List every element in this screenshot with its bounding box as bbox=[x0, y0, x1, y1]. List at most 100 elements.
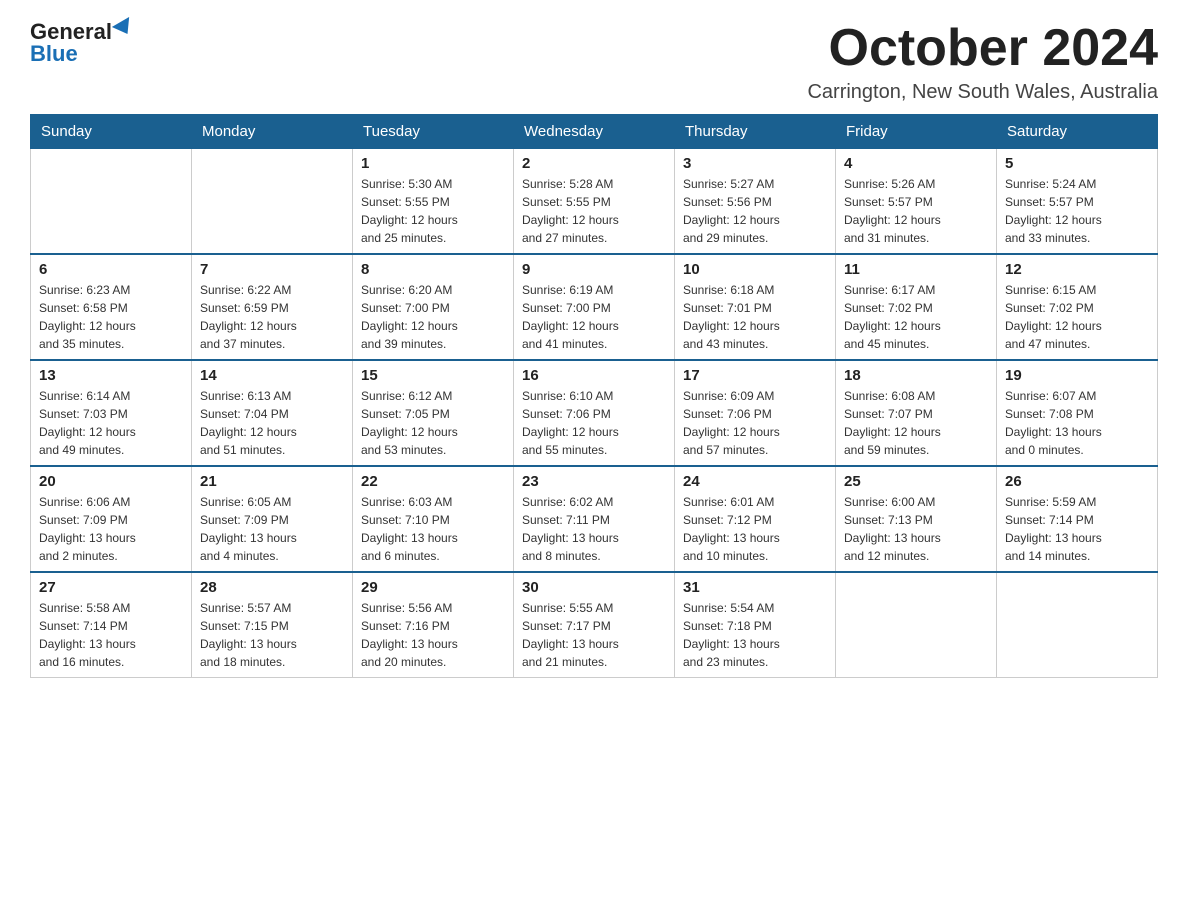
day-number: 11 bbox=[844, 261, 988, 278]
day-info: Sunrise: 5:27 AMSunset: 5:56 PMDaylight:… bbox=[683, 175, 827, 247]
calendar-cell bbox=[997, 572, 1158, 678]
day-info: Sunrise: 6:00 AMSunset: 7:13 PMDaylight:… bbox=[844, 493, 988, 565]
day-number: 21 bbox=[200, 473, 344, 490]
day-info: Sunrise: 6:19 AMSunset: 7:00 PMDaylight:… bbox=[522, 281, 666, 353]
day-info: Sunrise: 6:10 AMSunset: 7:06 PMDaylight:… bbox=[522, 387, 666, 459]
calendar-cell: 11 Sunrise: 6:17 AMSunset: 7:02 PMDayligh… bbox=[836, 254, 997, 360]
day-number: 14 bbox=[200, 367, 344, 384]
day-number: 12 bbox=[1005, 261, 1149, 278]
col-saturday: Saturday bbox=[997, 115, 1158, 149]
calendar-cell: 15 Sunrise: 6:12 AMSunset: 7:05 PMDayligh… bbox=[353, 360, 514, 466]
day-number: 23 bbox=[522, 473, 666, 490]
calendar-cell: 8Sunrise: 6:20 AMSunset: 7:00 PMDaylight… bbox=[353, 254, 514, 360]
day-info: Sunrise: 6:01 AMSunset: 7:12 PMDaylight:… bbox=[683, 493, 827, 565]
day-number: 3 bbox=[683, 155, 827, 172]
day-info: Sunrise: 6:12 AMSunset: 7:05 PMDaylight:… bbox=[361, 387, 505, 459]
day-info: Sunrise: 5:28 AMSunset: 5:55 PMDaylight:… bbox=[522, 175, 666, 247]
calendar-cell: 13 Sunrise: 6:14 AMSunset: 7:03 PMDayligh… bbox=[31, 360, 192, 466]
day-info: Sunrise: 6:03 AMSunset: 7:10 PMDaylight:… bbox=[361, 493, 505, 565]
calendar-week-row: 27Sunrise: 5:58 AMSunset: 7:14 PMDayligh… bbox=[31, 572, 1158, 678]
day-info: Sunrise: 6:08 AMSunset: 7:07 PMDaylight:… bbox=[844, 387, 988, 459]
logo-blue: Blue bbox=[30, 42, 78, 66]
calendar-week-row: 13 Sunrise: 6:14 AMSunset: 7:03 PMDayligh… bbox=[31, 360, 1158, 466]
day-number: 1 bbox=[361, 155, 505, 172]
calendar-cell: 28Sunrise: 5:57 AMSunset: 7:15 PMDayligh… bbox=[192, 572, 353, 678]
calendar-cell: 20Sunrise: 6:06 AMSunset: 7:09 PMDayligh… bbox=[31, 466, 192, 572]
day-info: Sunrise: 6:17 AMSunset: 7:02 PMDaylight:… bbox=[844, 281, 988, 353]
day-info: Sunrise: 5:54 AMSunset: 7:18 PMDaylight:… bbox=[683, 599, 827, 671]
day-info: Sunrise: 5:57 AMSunset: 7:15 PMDaylight:… bbox=[200, 599, 344, 671]
calendar-cell: 5Sunrise: 5:24 AMSunset: 5:57 PMDaylight… bbox=[997, 149, 1158, 255]
day-number: 26 bbox=[1005, 473, 1149, 490]
day-number: 4 bbox=[844, 155, 988, 172]
calendar-cell: 12 Sunrise: 6:15 AMSunset: 7:02 PMDayligh… bbox=[997, 254, 1158, 360]
day-info: Sunrise: 5:59 AMSunset: 7:14 PMDaylight:… bbox=[1005, 493, 1149, 565]
day-number: 30 bbox=[522, 579, 666, 596]
calendar-cell: 1 Sunrise: 5:30 AMSunset: 5:55 PMDaylight… bbox=[353, 149, 514, 255]
calendar-cell: 29 Sunrise: 5:56 AMSunset: 7:16 PMDayligh… bbox=[353, 572, 514, 678]
day-info: Sunrise: 6:09 AMSunset: 7:06 PMDaylight:… bbox=[683, 387, 827, 459]
calendar-cell: 31 Sunrise: 5:54 AMSunset: 7:18 PMDayligh… bbox=[675, 572, 836, 678]
calendar-week-row: 6 Sunrise: 6:23 AMSunset: 6:58 PMDaylight… bbox=[31, 254, 1158, 360]
logo-triangle-icon bbox=[112, 17, 136, 39]
day-number: 16 bbox=[522, 367, 666, 384]
calendar-cell: 9Sunrise: 6:19 AMSunset: 7:00 PMDaylight… bbox=[514, 254, 675, 360]
day-number: 15 bbox=[361, 367, 505, 384]
calendar-week-row: 20Sunrise: 6:06 AMSunset: 7:09 PMDayligh… bbox=[31, 466, 1158, 572]
calendar-cell bbox=[31, 149, 192, 255]
calendar-table: Sunday Monday Tuesday Wednesday Thursday… bbox=[30, 114, 1158, 678]
day-info: Sunrise: 6:05 AMSunset: 7:09 PMDaylight:… bbox=[200, 493, 344, 565]
day-number: 6 bbox=[39, 261, 183, 278]
day-info: Sunrise: 6:13 AMSunset: 7:04 PMDaylight:… bbox=[200, 387, 344, 459]
day-info: Sunrise: 6:02 AMSunset: 7:11 PMDaylight:… bbox=[522, 493, 666, 565]
month-title: October 2024 bbox=[807, 20, 1158, 77]
calendar-cell: 10Sunrise: 6:18 AMSunset: 7:01 PMDayligh… bbox=[675, 254, 836, 360]
calendar-cell: 14 Sunrise: 6:13 AMSunset: 7:04 PMDayligh… bbox=[192, 360, 353, 466]
calendar-cell: 4Sunrise: 5:26 AMSunset: 5:57 PMDaylight… bbox=[836, 149, 997, 255]
calendar-cell: 18Sunrise: 6:08 AMSunset: 7:07 PMDayligh… bbox=[836, 360, 997, 466]
day-info: Sunrise: 6:15 AMSunset: 7:02 PMDaylight:… bbox=[1005, 281, 1149, 353]
calendar-cell: 30 Sunrise: 5:55 AMSunset: 7:17 PMDayligh… bbox=[514, 572, 675, 678]
calendar-cell: 21 Sunrise: 6:05 AMSunset: 7:09 PMDayligh… bbox=[192, 466, 353, 572]
day-info: Sunrise: 5:56 AMSunset: 7:16 PMDaylight:… bbox=[361, 599, 505, 671]
day-number: 24 bbox=[683, 473, 827, 490]
day-number: 22 bbox=[361, 473, 505, 490]
calendar-cell: 24 Sunrise: 6:01 AMSunset: 7:12 PMDayligh… bbox=[675, 466, 836, 572]
calendar-cell bbox=[836, 572, 997, 678]
day-number: 25 bbox=[844, 473, 988, 490]
calendar-cell: 26 Sunrise: 5:59 AMSunset: 7:14 PMDayligh… bbox=[997, 466, 1158, 572]
day-info: Sunrise: 5:55 AMSunset: 7:17 PMDaylight:… bbox=[522, 599, 666, 671]
day-number: 10 bbox=[683, 261, 827, 278]
day-info: Sunrise: 6:20 AMSunset: 7:00 PMDaylight:… bbox=[361, 281, 505, 353]
calendar-cell: 22 Sunrise: 6:03 AMSunset: 7:10 PMDayligh… bbox=[353, 466, 514, 572]
day-info: Sunrise: 5:30 AMSunset: 5:55 PMDaylight:… bbox=[361, 175, 505, 247]
calendar-cell: 3 Sunrise: 5:27 AMSunset: 5:56 PMDaylight… bbox=[675, 149, 836, 255]
calendar-cell: 7 Sunrise: 6:22 AMSunset: 6:59 PMDaylight… bbox=[192, 254, 353, 360]
day-number: 19 bbox=[1005, 367, 1149, 384]
col-wednesday: Wednesday bbox=[514, 115, 675, 149]
day-number: 29 bbox=[361, 579, 505, 596]
day-number: 20 bbox=[39, 473, 183, 490]
day-number: 7 bbox=[200, 261, 344, 278]
col-monday: Monday bbox=[192, 115, 353, 149]
day-number: 2 bbox=[522, 155, 666, 172]
day-number: 31 bbox=[683, 579, 827, 596]
calendar-cell: 2 Sunrise: 5:28 AMSunset: 5:55 PMDaylight… bbox=[514, 149, 675, 255]
title-area: October 2024 Carrington, New South Wales… bbox=[807, 20, 1158, 104]
page-header: General Blue October 2024 Carrington, Ne… bbox=[30, 20, 1158, 104]
day-number: 17 bbox=[683, 367, 827, 384]
location-title: Carrington, New South Wales, Australia bbox=[807, 81, 1158, 104]
col-friday: Friday bbox=[836, 115, 997, 149]
calendar-cell: 27Sunrise: 5:58 AMSunset: 7:14 PMDayligh… bbox=[31, 572, 192, 678]
day-number: 5 bbox=[1005, 155, 1149, 172]
day-info: Sunrise: 6:22 AMSunset: 6:59 PMDaylight:… bbox=[200, 281, 344, 353]
calendar-cell: 6 Sunrise: 6:23 AMSunset: 6:58 PMDaylight… bbox=[31, 254, 192, 360]
day-info: Sunrise: 6:14 AMSunset: 7:03 PMDaylight:… bbox=[39, 387, 183, 459]
calendar-week-row: 1 Sunrise: 5:30 AMSunset: 5:55 PMDaylight… bbox=[31, 149, 1158, 255]
calendar-cell bbox=[192, 149, 353, 255]
day-info: Sunrise: 6:23 AMSunset: 6:58 PMDaylight:… bbox=[39, 281, 183, 353]
calendar-cell: 19 Sunrise: 6:07 AMSunset: 7:08 PMDayligh… bbox=[997, 360, 1158, 466]
col-sunday: Sunday bbox=[31, 115, 192, 149]
day-number: 13 bbox=[39, 367, 183, 384]
day-info: Sunrise: 6:07 AMSunset: 7:08 PMDaylight:… bbox=[1005, 387, 1149, 459]
